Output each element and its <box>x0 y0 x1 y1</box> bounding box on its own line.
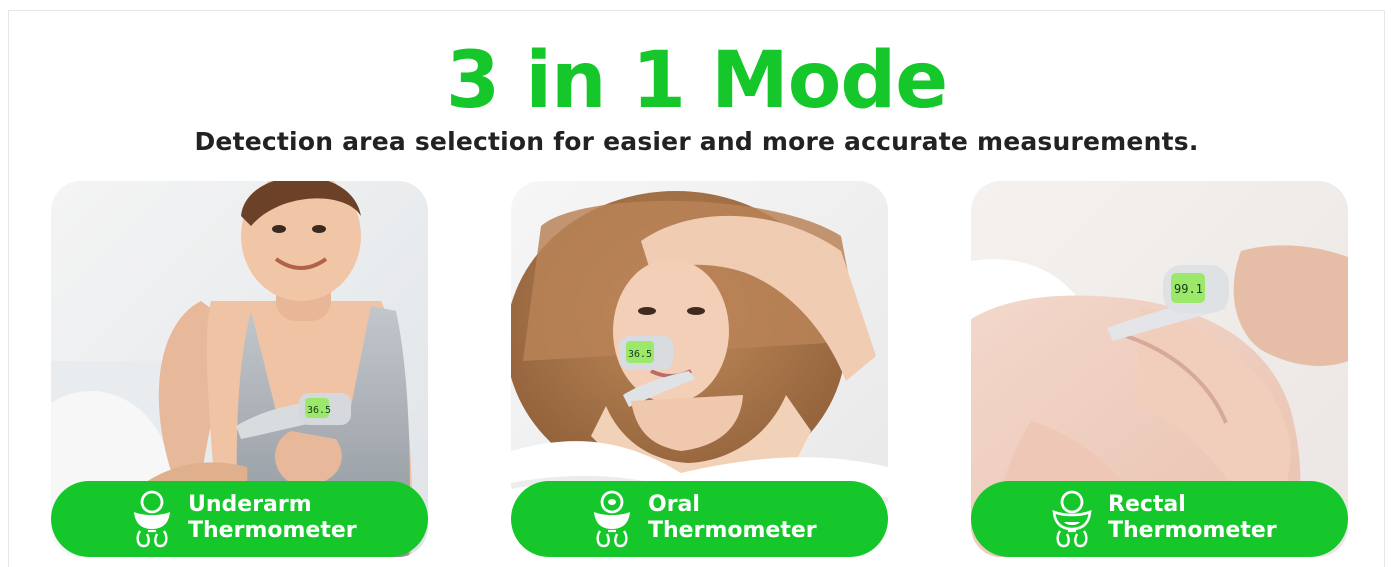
page-frame: 3 in 1 Mode Detection area selection for… <box>8 10 1385 567</box>
mode-card-rectal: 99.1 Rectal Thermometer <box>971 181 1348 557</box>
oral-reading: 36.5 <box>628 349 652 360</box>
rectal-label: Rectal Thermometer <box>1108 492 1277 544</box>
underarm-label-line1: Underarm <box>188 492 312 517</box>
baby-icon <box>594 490 630 548</box>
oral-label-line1: Oral <box>648 492 700 517</box>
underarm-label-line2: Thermometer <box>188 518 357 543</box>
mode-card-underarm: 36.5 Underarm Thermometer <box>51 181 428 557</box>
page-title: 3 in 1 Mode <box>445 36 948 126</box>
rectal-label-pill: Rectal Thermometer <box>971 481 1348 557</box>
rectal-label-line1: Rectal <box>1108 492 1186 517</box>
baby-icon <box>1052 490 1092 548</box>
rectal-label-line2: Thermometer <box>1108 518 1277 543</box>
page-subtitle: Detection area selection for easier and … <box>194 127 1199 156</box>
oral-label-pill: Oral Thermometer <box>511 481 888 557</box>
rectal-reading: 99.1 <box>1174 282 1203 296</box>
oral-label-line2: Thermometer <box>648 518 817 543</box>
underarm-label: Underarm Thermometer <box>188 492 357 544</box>
underarm-reading: 36.5 <box>307 405 331 416</box>
baby-icon <box>134 490 170 548</box>
oral-label: Oral Thermometer <box>648 492 817 544</box>
mode-card-oral: 36.5 Oral Thermometer <box>511 181 888 557</box>
underarm-label-pill: Underarm Thermometer <box>51 481 428 557</box>
